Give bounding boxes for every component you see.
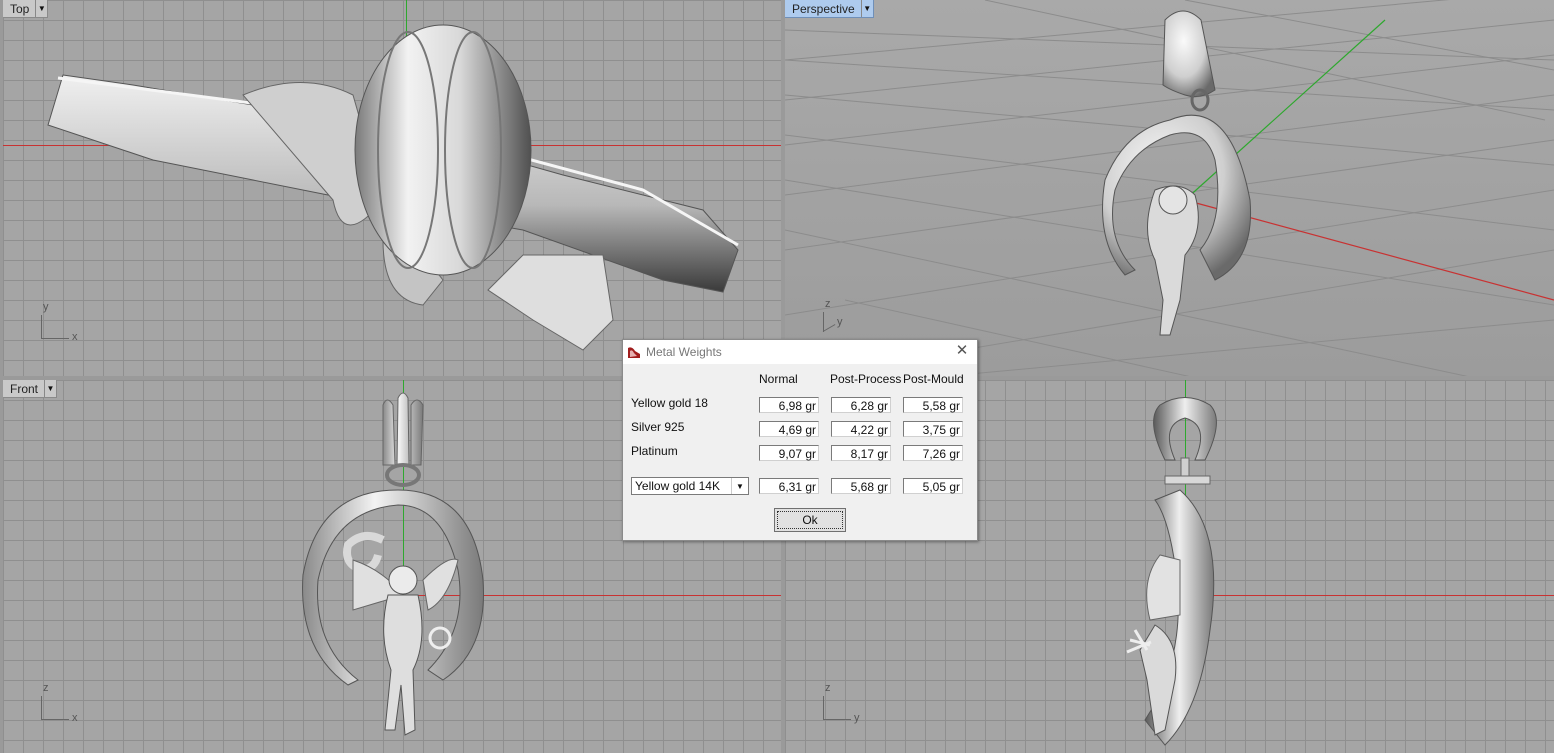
metal-weights-dialog: Metal Weights ✕ Normal Post-Process Post… (622, 339, 978, 541)
triad-right-label: x (72, 331, 78, 343)
triad-up-label: z (43, 682, 49, 694)
field-yellow-gold-18-normal[interactable]: 6,98 gr (759, 397, 819, 413)
viewport-title: Top (10, 2, 30, 16)
field-custom-post-mould[interactable]: 5,05 gr (903, 478, 963, 494)
dialog-title: Metal Weights (646, 345, 722, 359)
row-label-yellow-gold-18: Yellow gold 18 (631, 396, 708, 410)
row-label-silver-925: Silver 925 (631, 420, 685, 434)
triad-up-label: z (825, 682, 831, 694)
ok-button[interactable]: Ok (774, 508, 846, 532)
viewport-label-perspective[interactable]: Perspective ▼ (785, 0, 874, 18)
field-custom-post-process[interactable]: 5,68 gr (831, 478, 891, 494)
close-icon[interactable]: ✕ (955, 343, 969, 358)
metal-select-value: Yellow gold 14K (635, 479, 720, 493)
pendant-model-top (47, 24, 739, 351)
triad-right-label: y (854, 712, 860, 724)
field-custom-normal[interactable]: 6,31 gr (759, 478, 819, 494)
perspective-grid (785, 0, 1554, 376)
field-platinum-post-mould[interactable]: 7,26 gr (903, 445, 963, 461)
viewport-label-front[interactable]: Front ▼ (3, 380, 58, 398)
metal-select[interactable]: Yellow gold 14K ▼ (631, 477, 749, 495)
field-yellow-gold-18-post-process[interactable]: 6,28 gr (831, 397, 891, 413)
column-header-normal: Normal (759, 372, 798, 386)
chevron-down-icon[interactable]: ▼ (860, 0, 873, 17)
field-platinum-post-process[interactable]: 8,17 gr (831, 445, 891, 461)
viewport-title: Perspective (792, 2, 855, 16)
field-silver-925-post-process[interactable]: 4,22 gr (831, 421, 891, 437)
column-header-post-process: Post-Process (830, 372, 902, 386)
viewport-label-top[interactable]: Top ▼ (3, 0, 49, 18)
dialog-titlebar[interactable]: Metal Weights ✕ (623, 340, 977, 364)
viewport-top[interactable]: Top ▼ y x (3, 0, 781, 376)
field-silver-925-normal[interactable]: 4,69 gr (759, 421, 819, 437)
field-platinum-normal[interactable]: 9,07 gr (759, 445, 819, 461)
field-yellow-gold-18-post-mould[interactable]: 5,58 gr (903, 397, 963, 413)
column-header-post-mould: Post-Mould (903, 372, 964, 386)
row-label-platinum: Platinum (631, 444, 678, 458)
triad-up-label: z (825, 298, 831, 310)
rhino-app-icon (628, 347, 640, 358)
triad-right-label: y (837, 316, 843, 328)
chevron-down-icon[interactable]: ▼ (731, 478, 748, 494)
viewport-title: Front (10, 382, 39, 396)
chevron-down-icon[interactable]: ▼ (44, 380, 56, 397)
field-silver-925-post-mould[interactable]: 3,75 gr (903, 421, 963, 437)
chevron-down-icon[interactable]: ▼ (35, 0, 47, 17)
viewport-perspective[interactable]: Perspective ▼ z y (785, 0, 1554, 376)
triad-right-label: x (72, 712, 78, 724)
triad-up-label: y (43, 301, 49, 313)
